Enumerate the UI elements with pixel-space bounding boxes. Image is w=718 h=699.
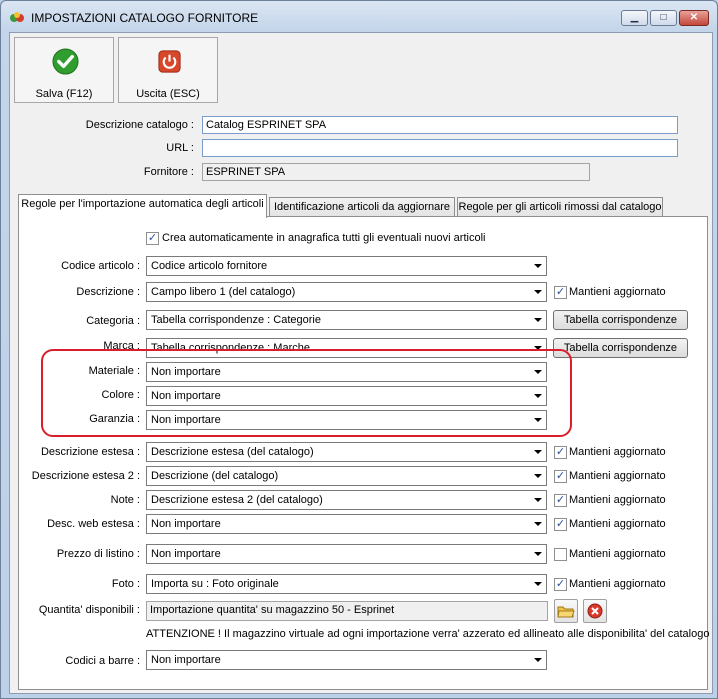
categoria-value: Tabella corrispondenze : Categorie [151, 314, 321, 326]
codice-articolo-value: Codice articolo fornitore [151, 260, 268, 272]
chevron-down-icon [534, 552, 542, 556]
foto-label: Foto : [111, 578, 140, 590]
codice-articolo-select[interactable]: Codice articolo fornitore [146, 256, 547, 276]
desc-web-value: Non importare [151, 518, 221, 530]
tab-regole-importazione[interactable]: Regole per l'importazione automatica deg… [18, 194, 267, 218]
quantita-field: Importazione quantita' su magazzino 50 -… [146, 601, 548, 621]
chevron-down-icon [534, 264, 542, 268]
categoria-label: Categoria : [86, 315, 140, 327]
exit-button[interactable]: Uscita (ESC) [118, 37, 218, 103]
prezzo-label: Prezzo di listino : [56, 548, 140, 560]
prezzo-select[interactable]: Non importare [146, 544, 547, 564]
descrizione-estesa-label: Descrizione estesa : [40, 446, 140, 458]
descrizione-select[interactable]: Campo libero 1 (del catalogo) [146, 282, 547, 302]
auto-create-label: Crea automaticamente in anagrafica tutti… [162, 232, 486, 244]
quantita-label: Quantita' disponibili : [38, 604, 140, 616]
note-label: Note : [110, 494, 140, 506]
codici-barre-select[interactable]: Non importare [146, 650, 547, 670]
exit-button-label: Uscita (ESC) [136, 88, 200, 100]
descrizione-catalogo-label: Descrizione catalogo : [85, 119, 194, 131]
descrizione-estesa-2-value: Descrizione (del catalogo) [151, 470, 279, 482]
descrizione-estesa-keep-checkbox[interactable]: ✓ [554, 446, 567, 459]
url-label: URL : [166, 142, 194, 154]
descrizione-estesa-keep-label: Mantieni aggiornato [569, 446, 666, 458]
close-button[interactable]: ✕ [679, 10, 709, 26]
minimize-button[interactable]: ▁ [621, 10, 648, 26]
folder-button[interactable] [554, 599, 578, 623]
desc-web-select[interactable]: Non importare [146, 514, 547, 534]
descrizione-label: Descrizione : [76, 286, 140, 298]
descrizione-estesa-select[interactable]: Descrizione estesa (del catalogo) [146, 442, 547, 462]
codici-barre-label: Codici a barre : [65, 655, 140, 667]
chevron-down-icon [534, 290, 542, 294]
descrizione-estesa-2-label: Descrizione estesa 2 : [31, 470, 140, 482]
descrizione-keep-checkbox[interactable]: ✓ [554, 286, 567, 299]
descrizione-estesa-2-keep-label: Mantieni aggiornato [569, 470, 666, 482]
codice-articolo-label: Codice articolo : [61, 260, 140, 272]
note-value: Descrizione estesa 2 (del catalogo) [151, 494, 323, 506]
note-keep-checkbox[interactable]: ✓ [554, 494, 567, 507]
descrizione-keep-label: Mantieni aggiornato [569, 286, 666, 298]
note-select[interactable]: Descrizione estesa 2 (del catalogo) [146, 490, 547, 510]
chevron-down-icon [534, 450, 542, 454]
descrizione-value: Campo libero 1 (del catalogo) [151, 286, 296, 298]
fornitore-field: ESPRINET SPA [202, 163, 590, 181]
prezzo-keep-checkbox[interactable] [554, 548, 567, 561]
chevron-down-icon [534, 318, 542, 322]
warning-notice: ATTENZIONE ! Il magazzino virtuale ad og… [146, 628, 710, 640]
url-input[interactable] [202, 139, 678, 157]
foto-keep-checkbox[interactable]: ✓ [554, 578, 567, 591]
save-button[interactable]: Salva (F12) [14, 37, 114, 103]
note-keep-label: Mantieni aggiornato [569, 494, 666, 506]
prezzo-value: Non importare [151, 548, 221, 560]
descrizione-estesa-2-select[interactable]: Descrizione (del catalogo) [146, 466, 547, 486]
maximize-button[interactable]: □ [650, 10, 677, 26]
categoria-select[interactable]: Tabella corrispondenze : Categorie [146, 310, 547, 330]
foto-keep-label: Mantieni aggiornato [569, 578, 666, 590]
window-title: IMPOSTAZIONI CATALOGO FORNITORE [31, 11, 259, 25]
clear-button[interactable] [583, 599, 607, 623]
codici-barre-value: Non importare [151, 654, 221, 666]
prezzo-keep-label: Mantieni aggiornato [569, 548, 666, 560]
foto-select[interactable]: Importa su : Foto originale [146, 574, 547, 594]
fornitore-label: Fornitore : [143, 166, 194, 178]
auto-create-checkbox[interactable]: ✓ [146, 232, 159, 245]
descrizione-estesa-2-keep-checkbox[interactable]: ✓ [554, 470, 567, 483]
chevron-down-icon [534, 474, 542, 478]
chevron-down-icon [534, 582, 542, 586]
desc-web-keep-checkbox[interactable]: ✓ [554, 518, 567, 531]
chevron-down-icon [534, 498, 542, 502]
descrizione-estesa-value: Descrizione estesa (del catalogo) [151, 446, 314, 458]
app-icon [10, 12, 24, 22]
title-bar[interactable]: IMPOSTAZIONI CATALOGO FORNITORE ▁ □ ✕ [1, 1, 717, 33]
categoria-table-button[interactable]: Tabella corrispondenze [553, 310, 688, 330]
power-icon [158, 50, 181, 73]
chevron-down-icon [534, 522, 542, 526]
checkmark-icon [52, 48, 79, 75]
marca-table-button[interactable]: Tabella corrispondenze [553, 338, 688, 358]
chevron-down-icon [534, 658, 542, 662]
tab-identificazione-articoli[interactable]: Identificazione articoli da aggiornare [269, 197, 455, 217]
foto-value: Importa su : Foto originale [151, 578, 279, 590]
save-button-label: Salva (F12) [35, 88, 93, 100]
delete-icon [587, 603, 603, 619]
folder-icon [557, 606, 575, 618]
descrizione-catalogo-input[interactable]: Catalog ESPRINET SPA [202, 116, 678, 134]
desc-web-keep-label: Mantieni aggiornato [569, 518, 666, 530]
desc-web-label: Desc. web estesa : [47, 518, 140, 530]
highlight-annotation [41, 349, 572, 437]
tab-articoli-rimossi[interactable]: Regole per gli articoli rimossi dal cata… [457, 197, 663, 217]
